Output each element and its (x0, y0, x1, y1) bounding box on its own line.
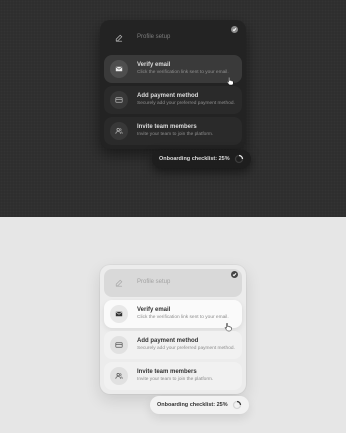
step-profile-setup[interactable]: Profile setup (104, 24, 242, 52)
pointer-cursor-icon (224, 323, 232, 332)
users-icon (110, 122, 128, 140)
progress-percent: 25% (216, 402, 228, 408)
step-title: Verify email (137, 62, 171, 69)
progress-ring-icon (234, 154, 243, 164)
step-verify-email[interactable]: Verify email Click the verification link… (104, 55, 242, 83)
step-description: Click the verification link sent to your… (137, 70, 229, 76)
onboarding-progress-pill[interactable]: Onboarding checklist: 25% (150, 396, 249, 414)
progress-label: Onboarding checklist: (159, 156, 218, 162)
edit-icon (110, 29, 128, 47)
progress-label: Onboarding checklist: (157, 402, 216, 408)
pointer-cursor-icon (226, 77, 234, 86)
checkmark-icon (231, 26, 238, 33)
light-theme-panel: Profile setup Verify email Click the ver… (0, 217, 346, 433)
checkmark-icon (231, 271, 238, 278)
step-verify-email[interactable]: Verify email Click the verification link… (104, 300, 242, 328)
onboarding-progress-pill[interactable]: Onboarding checklist: 25% (152, 150, 251, 168)
step-description: Securely add your preferred payment meth… (137, 346, 235, 352)
step-title: Profile setup (137, 34, 171, 41)
progress-ring-icon (232, 400, 241, 410)
step-description: Invite your team to join the platform. (137, 377, 214, 383)
step-add-payment-method[interactable]: Add payment method Securely add your pre… (104, 331, 242, 359)
step-invite-team-members[interactable]: Invite team members Invite your team to … (104, 117, 242, 145)
credit-card-icon (110, 336, 128, 354)
credit-card-icon (110, 91, 128, 109)
mail-icon (110, 305, 128, 323)
mail-icon (110, 60, 128, 78)
users-icon (110, 367, 128, 385)
onboarding-checklist-card: Profile setup Verify email Click the ver… (100, 20, 246, 149)
step-title: Invite team members (137, 124, 197, 131)
step-add-payment-method[interactable]: Add payment method Securely add your pre… (104, 86, 242, 114)
step-description: Invite your team to join the platform. (137, 132, 214, 138)
step-description: Click the verification link sent to your… (137, 315, 229, 321)
edit-icon (110, 274, 128, 292)
step-profile-setup[interactable]: Profile setup (104, 269, 242, 297)
step-description: Securely add your preferred payment meth… (137, 101, 235, 107)
step-title: Invite team members (137, 369, 197, 376)
step-title: Add payment method (137, 93, 199, 100)
progress-percent: 25% (218, 156, 230, 162)
step-title: Profile setup (137, 279, 171, 286)
dark-theme-panel: Profile setup Verify email Click the ver… (0, 0, 346, 217)
step-invite-team-members[interactable]: Invite team members Invite your team to … (104, 362, 242, 390)
step-title: Add payment method (137, 338, 199, 345)
step-title: Verify email (137, 307, 171, 314)
